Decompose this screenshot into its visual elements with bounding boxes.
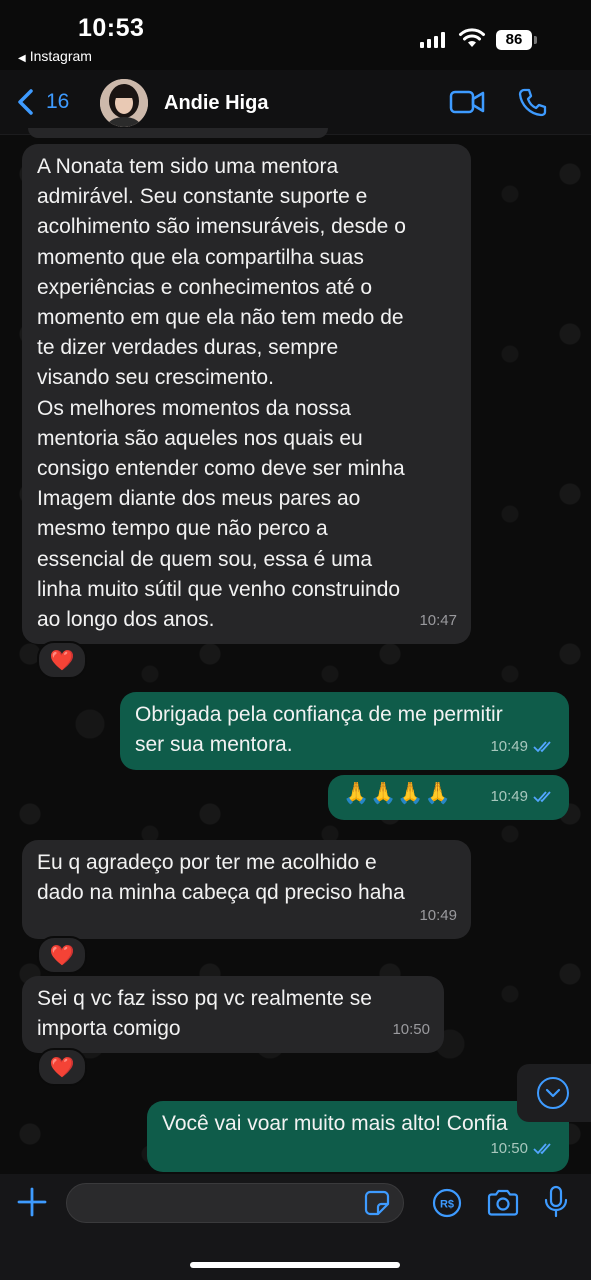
message-bubble-incoming[interactable]: Sei q vc faz isso pq vc realmente se imp…	[22, 976, 444, 1053]
message-time: 10:50	[490, 1139, 528, 1157]
message-bubble-outgoing[interactable]: Você vai voar muito mais alto! Confia 10…	[147, 1101, 569, 1172]
svg-text:R$: R$	[440, 1199, 454, 1211]
heart-reaction[interactable]: ❤️	[37, 641, 87, 679]
chat-header: 16 Andie Higa	[0, 70, 591, 135]
contact-name[interactable]: Andie Higa	[164, 92, 268, 115]
message-text: A Nonata tem sido uma mentora admirável.…	[37, 155, 406, 632]
status-time: 10:53	[78, 14, 145, 42]
return-to-app-link[interactable]: ◀ Instagram	[18, 48, 92, 64]
message-meta: 10:47	[419, 606, 457, 636]
heart-reaction[interactable]: ❤️	[37, 1048, 87, 1086]
message-time: 10:49	[490, 737, 528, 755]
video-camera-icon[interactable]	[449, 89, 485, 115]
sticker-icon[interactable]	[364, 1190, 390, 1216]
return-app-label: Instagram	[29, 48, 92, 64]
message-meta: 10:50	[490, 1134, 555, 1164]
message-meta: 10:49	[419, 901, 457, 931]
camera-icon[interactable]	[486, 1189, 520, 1217]
cellular-signal-icon	[420, 32, 446, 48]
message-input-bar: R$	[0, 1174, 591, 1280]
message-text: Eu q agradeço por ter me acolhido e dado…	[37, 851, 405, 905]
phone-icon[interactable]	[518, 87, 548, 117]
payment-icon[interactable]: R$	[432, 1188, 462, 1218]
message-bubble-incoming[interactable]: A Nonata tem sido uma mentora admirável.…	[22, 144, 471, 644]
double-check-icon	[533, 741, 551, 753]
unread-count: 16	[46, 90, 70, 113]
message-time: 10:50	[392, 1020, 430, 1038]
back-button[interactable]: 16	[16, 86, 69, 118]
scroll-to-bottom-button[interactable]	[517, 1064, 591, 1122]
message-bubble-incoming[interactable]: Eu q agradeço por ter me acolhido e dado…	[22, 840, 471, 939]
double-check-icon	[533, 791, 551, 803]
message-bubble-outgoing[interactable]: 🙏🙏🙏🙏 10:49	[328, 775, 569, 820]
chevron-down-circle-icon	[537, 1077, 569, 1109]
avatar-portrait-icon	[100, 79, 148, 127]
chevron-left-icon	[18, 89, 33, 115]
status-bar: 10:53 ◀ Instagram 86	[0, 0, 591, 70]
battery-level: 86	[496, 30, 532, 50]
message-text: Sei q vc faz isso pq vc realmente se imp…	[37, 987, 372, 1041]
message-time: 10:49	[419, 906, 457, 924]
microphone-icon[interactable]	[543, 1185, 569, 1219]
previous-message-edge	[28, 128, 328, 138]
plus-icon[interactable]	[16, 1186, 48, 1218]
message-meta: 10:49	[490, 782, 555, 812]
message-meta: 10:49	[490, 732, 555, 762]
message-meta: 10:50	[392, 1015, 430, 1045]
heart-reaction[interactable]: ❤️	[37, 936, 87, 974]
message-time: 10:47	[419, 611, 457, 629]
contact-avatar[interactable]	[100, 79, 148, 127]
message-time: 10:49	[490, 787, 528, 805]
double-check-icon	[533, 1143, 551, 1155]
wifi-icon	[459, 28, 485, 47]
home-indicator[interactable]	[190, 1262, 400, 1268]
back-triangle-icon: ◀	[18, 53, 26, 64]
battery-tip	[534, 36, 537, 44]
heart-icon: ❤️	[49, 1056, 75, 1079]
heart-icon: ❤️	[49, 649, 75, 672]
message-input[interactable]	[66, 1183, 404, 1223]
heart-icon: ❤️	[49, 944, 75, 967]
message-bubble-outgoing[interactable]: Obrigada pela confiança de me permitir s…	[120, 692, 569, 770]
